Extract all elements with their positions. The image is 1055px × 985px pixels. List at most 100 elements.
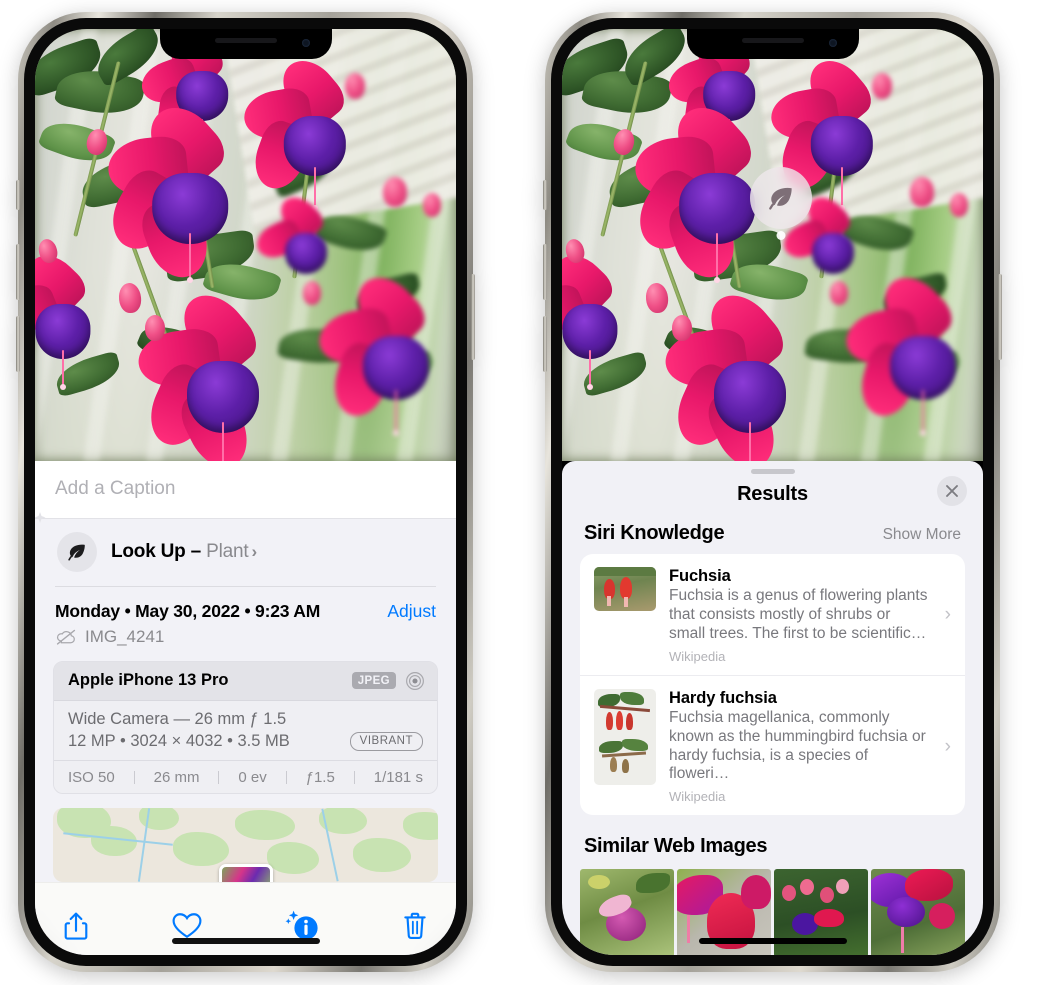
volume-up-button[interactable]	[16, 244, 20, 300]
photo-bud	[672, 315, 692, 341]
mute-switch[interactable]	[543, 180, 547, 210]
photo-viewer-left[interactable]	[35, 29, 456, 461]
screenshot-stage: Look Up – Plant› Monday • May 30, 2022 •…	[0, 0, 1055, 985]
earpiece-speaker	[214, 38, 277, 43]
device-bezel-right: Results Siri Knowledge Show More Fuchsia…	[551, 18, 994, 966]
adjust-button[interactable]: Adjust	[387, 601, 436, 622]
exif-separator	[285, 770, 287, 784]
leaf-icon	[769, 187, 792, 210]
file-row: IMG_4241	[35, 622, 456, 661]
capture-date: Monday • May 30, 2022 • 9:23 AM	[55, 600, 321, 621]
volume-up-button[interactable]	[543, 244, 547, 300]
favorite-button[interactable]	[172, 912, 202, 939]
photo-info-sheet: Look Up – Plant› Monday • May 30, 2022 •…	[35, 461, 456, 955]
format-badge: JPEG	[351, 672, 396, 689]
side-power-button[interactable]	[471, 274, 475, 360]
front-camera-icon	[301, 39, 310, 47]
side-power-button[interactable]	[998, 274, 1002, 360]
list-item[interactable]: Fuchsia Fuchsia is a genus of flowering …	[580, 554, 965, 675]
photo-bud	[872, 73, 892, 99]
photo-viewer-right[interactable]	[562, 29, 983, 461]
knowledge-description: Fuchsia magellanica, commonly known as t…	[669, 708, 926, 783]
photo-flower	[100, 94, 253, 286]
look-up-prefix: Look Up –	[111, 541, 207, 562]
aperture-icon	[406, 671, 424, 690]
knowledge-source: Wikipedia	[669, 789, 726, 805]
share-button[interactable]	[63, 911, 89, 941]
exif-focal: 26 mm	[153, 768, 200, 786]
photo-bud	[910, 177, 934, 207]
photo-flower	[661, 282, 810, 461]
file-name: IMG_4241	[85, 626, 165, 646]
device-bezel-left: Look Up – Plant› Monday • May 30, 2022 •…	[24, 18, 467, 966]
web-image-thumbnail[interactable]	[580, 869, 674, 955]
lookup-pin-dot	[776, 231, 786, 240]
cloud-slash-icon	[56, 629, 76, 645]
leaf-badge	[57, 532, 97, 572]
caption-input[interactable]	[55, 478, 436, 500]
photo-flower	[562, 245, 636, 391]
photo-flower	[313, 266, 451, 437]
photo-bud	[345, 73, 365, 99]
leaf-icon	[68, 544, 85, 561]
results-header: Results	[562, 474, 983, 522]
exif-separator	[353, 770, 355, 784]
web-image-thumbnail[interactable]	[871, 869, 965, 955]
show-more-button[interactable]: Show More	[883, 526, 961, 544]
photo-flower	[251, 189, 341, 277]
home-indicator-right[interactable]	[698, 938, 847, 944]
knowledge-source: Wikipedia	[669, 648, 726, 664]
siri-knowledge-header: Siri Knowledge Show More	[562, 522, 983, 554]
photographic-style-badge: VIBRANT	[349, 731, 423, 751]
photo-bud	[303, 281, 321, 305]
map-photo-pin	[218, 864, 273, 882]
knowledge-thumbnail	[594, 567, 656, 611]
mute-switch[interactable]	[16, 180, 20, 210]
iphone-device-right: Results Siri Knowledge Show More Fuchsia…	[543, 12, 1002, 972]
exif-iso: ISO 50	[68, 768, 115, 786]
siri-knowledge-card: Fuchsia Fuchsia is a genus of flowering …	[580, 554, 965, 816]
exif-shutter: 1/181 s	[373, 768, 423, 786]
earpiece-speaker	[741, 38, 804, 43]
device-screen-right: Results Siri Knowledge Show More Fuchsia…	[562, 29, 983, 955]
leaf-lookup-badge[interactable]	[750, 167, 812, 240]
exif-aperture: ƒ1.5	[305, 768, 335, 786]
chevron-right-icon: ›	[944, 735, 951, 757]
image-size-info: 12 MP • 3024 × 4032 • 3.5 MB	[68, 731, 290, 750]
results-sheet: Results Siri Knowledge Show More Fuchsia…	[562, 461, 983, 955]
photo-bud	[145, 315, 165, 341]
photo-bud	[423, 193, 441, 217]
info-button[interactable]	[285, 910, 319, 942]
notch-right	[686, 29, 859, 59]
look-up-label: Look Up – Plant ›	[111, 541, 257, 563]
metadata-header: Apple iPhone 13 Pro JPEG	[54, 661, 437, 701]
photo-bud	[830, 281, 848, 305]
metadata-body: Wide Camera — 26 mm ƒ 1.5 12 MP • 3024 ×…	[54, 700, 437, 760]
photo-flower	[840, 266, 978, 437]
delete-button[interactable]	[402, 911, 428, 941]
photo-flower	[35, 245, 109, 391]
knowledge-description: Fuchsia is a genus of flowering plants t…	[669, 587, 928, 642]
list-item[interactable]: Hardy fuchsia Fuchsia magellanica, commo…	[580, 674, 965, 816]
device-model: Apple iPhone 13 Pro	[68, 671, 229, 689]
iphone-device-left: Look Up – Plant› Monday • May 30, 2022 •…	[16, 12, 475, 972]
knowledge-title: Hardy fuchsia	[669, 688, 777, 707]
device-screen-left: Look Up – Plant› Monday • May 30, 2022 •…	[35, 29, 456, 955]
photo-bud	[950, 193, 968, 217]
volume-down-button[interactable]	[543, 316, 547, 372]
chevron-right-icon: ›	[944, 604, 951, 626]
knowledge-thumbnail	[594, 688, 656, 785]
caption-row[interactable]	[35, 461, 456, 519]
exif-separator	[133, 770, 135, 784]
location-map-thumbnail[interactable]	[53, 808, 438, 882]
volume-down-button[interactable]	[16, 316, 20, 372]
look-up-row[interactable]: Look Up – Plant ›	[35, 512, 456, 586]
front-camera-icon	[828, 39, 837, 47]
close-button[interactable]	[937, 476, 967, 506]
home-indicator-left[interactable]	[171, 938, 320, 944]
metadata-card: Apple iPhone 13 Pro JPEG Wide Camera — 2…	[53, 660, 438, 795]
siri-knowledge-title: Siri Knowledge	[584, 522, 725, 544]
photo-bud	[383, 177, 407, 207]
lens-info: Wide Camera — 26 mm ƒ 1.5	[68, 709, 287, 728]
notch-left	[159, 29, 332, 59]
